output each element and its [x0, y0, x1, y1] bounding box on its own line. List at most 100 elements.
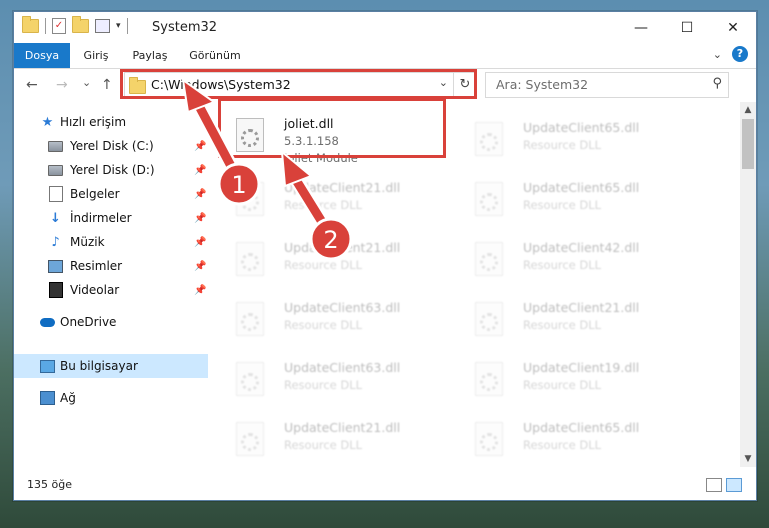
window-controls: — ☐ ✕ — [618, 12, 756, 43]
title-bar: ✓ ▾ System32 — ☐ ✕ — [14, 12, 756, 43]
file-item[interactable]: UpdateClient65.dll Resource DLL — [453, 412, 683, 464]
pin-icon[interactable]: 📌 — [194, 285, 206, 296]
tab-share[interactable]: Paylaş — [126, 43, 174, 68]
scroll-thumb[interactable] — [742, 119, 754, 169]
sidebar-item-music[interactable]: ♪ Müzik 📌 — [14, 230, 208, 254]
dll-file-icon — [475, 122, 503, 156]
new-folder-icon[interactable] — [72, 16, 89, 33]
file-name: UpdateClient21.dll — [284, 420, 401, 435]
documents-icon — [48, 186, 63, 202]
scroll-down-icon[interactable]: ▼ — [740, 451, 756, 467]
properties-check-icon[interactable]: ✓ — [52, 18, 66, 34]
file-name: UpdateClient42.dll — [523, 240, 640, 255]
file-item[interactable]: UpdateClient19.dll Resource DLL — [453, 352, 683, 404]
file-item[interactable]: UpdateClient42.dll Resource DLL — [453, 232, 683, 284]
sidebar-item-onedrive[interactable]: OneDrive — [14, 310, 208, 334]
pin-icon[interactable]: 📌 — [194, 189, 206, 200]
file-description: Resource DLL — [284, 378, 363, 392]
pictures-icon — [48, 259, 63, 274]
forward-arrow-icon[interactable]: → — [56, 77, 68, 93]
file-item[interactable]: UpdateClient65.dll Resource DLL — [453, 172, 683, 224]
sidebar-item-label: Müzik — [70, 235, 105, 249]
tiles-view-icon[interactable] — [726, 478, 742, 492]
star-icon: ★ — [41, 114, 54, 130]
chevron-down-icon[interactable]: ▾ — [116, 21, 121, 31]
file-description: Resource DLL — [523, 258, 602, 272]
tab-home[interactable]: Giriş — [76, 43, 116, 68]
drive-icon — [48, 139, 63, 154]
folder-icon[interactable] — [22, 16, 39, 33]
sidebar-item-videos[interactable]: Videolar 📌 — [14, 278, 208, 302]
sidebar-item-pictures[interactable]: Resimler 📌 — [14, 254, 208, 278]
vertical-scrollbar[interactable]: ▲ ▼ — [740, 102, 756, 467]
file-description: Resource DLL — [523, 138, 602, 152]
sidebar-item-disk-d[interactable]: Yerel Disk (D:) 📌 — [14, 158, 208, 182]
file-item[interactable]: UpdateClient21.dll Resource DLL — [214, 412, 444, 464]
network-icon — [40, 391, 55, 406]
file-description: Resource DLL — [284, 318, 363, 332]
computer-icon — [40, 359, 55, 374]
file-highlight-box — [218, 98, 446, 158]
file-name: UpdateClient19.dll — [523, 360, 640, 375]
details-view-icon[interactable] — [706, 478, 722, 492]
file-description: Resource DLL — [523, 318, 602, 332]
divider — [45, 18, 46, 34]
sidebar-item-documents[interactable]: Belgeler 📌 — [14, 182, 208, 206]
sidebar-item-label: İndirmeler — [70, 211, 132, 225]
file-description: Resource DLL — [284, 438, 363, 452]
up-arrow-icon[interactable]: ↑ — [101, 77, 113, 93]
window-title: System32 — [152, 20, 218, 35]
file-item[interactable]: UpdateClient63.dll Resource DLL — [214, 352, 444, 404]
file-name: UpdateClient65.dll — [523, 420, 640, 435]
search-box[interactable]: Ara: System32 ⚲ — [485, 72, 729, 98]
sidebar-item-this-pc[interactable]: Bu bilgisayar — [14, 354, 208, 378]
chevron-down-icon[interactable]: ⌄ — [713, 48, 722, 61]
file-name: UpdateClient65.dll — [523, 180, 640, 195]
pin-icon[interactable]: 📌 — [194, 141, 206, 152]
videos-icon — [48, 282, 63, 298]
file-name: UpdateClient63.dll — [284, 360, 401, 375]
pin-icon[interactable]: 📌 — [194, 165, 206, 176]
address-highlight-box — [120, 69, 477, 99]
pin-icon[interactable]: 📌 — [194, 261, 206, 272]
search-input[interactable]: Ara: System32 — [496, 77, 588, 92]
file-name: UpdateClient63.dll — [284, 300, 401, 315]
file-item[interactable]: UpdateClient21.dll Resource DLL — [214, 172, 444, 224]
drive-icon — [48, 163, 63, 178]
file-description: Resource DLL — [523, 438, 602, 452]
status-bar: 135 öğe — [14, 468, 756, 500]
dll-file-icon — [475, 302, 503, 336]
recent-locations-icon[interactable]: ⌄ — [82, 76, 91, 89]
close-button[interactable]: ✕ — [710, 12, 756, 43]
tab-view[interactable]: Görünüm — [184, 43, 246, 68]
file-item[interactable]: UpdateClient63.dll Resource DLL — [214, 292, 444, 344]
file-item[interactable]: UpdateClient21.dll Resource DLL — [453, 292, 683, 344]
dll-file-icon — [236, 362, 264, 396]
back-arrow-icon[interactable]: ← — [26, 77, 38, 93]
file-description: Resource DLL — [284, 258, 363, 272]
sidebar-item-downloads[interactable]: ↓ İndirmeler 📌 — [14, 206, 208, 230]
dll-file-icon — [236, 302, 264, 336]
customize-icon[interactable] — [95, 19, 110, 33]
scroll-up-icon[interactable]: ▲ — [740, 102, 756, 118]
file-item[interactable]: UpdateClient21.dll Resource DLL — [214, 232, 444, 284]
pin-icon[interactable]: 📌 — [194, 237, 206, 248]
sidebar-item-network[interactable]: Ağ — [14, 386, 208, 410]
sidebar-item-label: Belgeler — [70, 187, 120, 201]
minimize-button[interactable]: — — [618, 12, 664, 43]
dll-file-icon — [475, 242, 503, 276]
sidebar-item-disk-c[interactable]: Yerel Disk (C:) 📌 — [14, 134, 208, 158]
sidebar-item-quick-access[interactable]: ★ Hızlı erişim — [14, 110, 208, 134]
dll-file-icon — [236, 422, 264, 456]
file-name: UpdateClient21.dll — [284, 240, 401, 255]
maximize-button[interactable]: ☐ — [664, 12, 710, 43]
tab-file[interactable]: Dosya — [14, 43, 70, 68]
file-item[interactable]: UpdateClient65.dll Resource DLL — [453, 112, 683, 164]
help-icon[interactable]: ? — [732, 46, 748, 62]
pin-icon[interactable]: 📌 — [194, 213, 206, 224]
sidebar-item-label: Yerel Disk (D:) — [70, 163, 155, 177]
file-name: UpdateClient65.dll — [523, 120, 640, 135]
file-name: UpdateClient21.dll — [523, 300, 640, 315]
search-icon[interactable]: ⚲ — [712, 76, 722, 91]
item-count: 135 öğe — [27, 478, 72, 491]
